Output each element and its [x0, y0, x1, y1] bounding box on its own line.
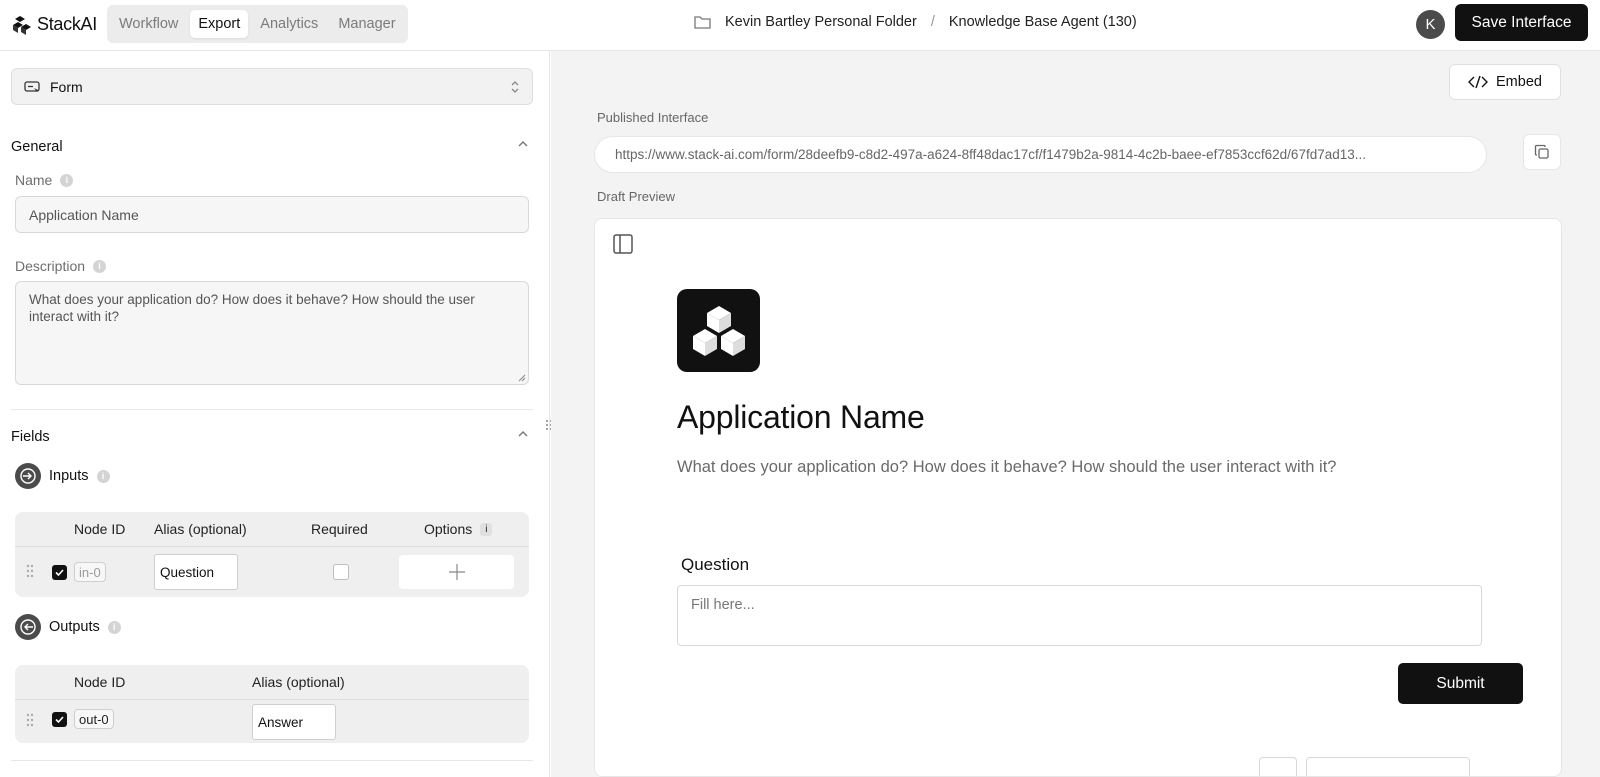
tab-export[interactable]: Export [190, 10, 249, 38]
tab-analytics[interactable]: Analytics [252, 10, 326, 38]
name-label: Name i [15, 172, 74, 188]
section-divider [11, 760, 533, 761]
sidebar-toggle-icon[interactable] [613, 234, 633, 254]
name-label-text: Name [15, 172, 53, 188]
row-divider [15, 699, 529, 700]
embed-label: Embed [1496, 74, 1542, 90]
description-value: What does your application do? How does … [29, 292, 475, 324]
info-icon[interactable]: i [107, 620, 121, 634]
name-input[interactable]: Application Name [15, 196, 529, 233]
chevron-up-icon[interactable] [517, 139, 529, 149]
submit-button[interactable]: Submit [1398, 663, 1523, 704]
options-header-text: Options [424, 521, 473, 537]
folder-icon [694, 15, 711, 29]
column-header: Node ID [74, 521, 126, 537]
column-header: Required [311, 521, 368, 537]
output-action-button[interactable] [1306, 757, 1470, 776]
code-icon [1468, 75, 1489, 89]
alias-input[interactable]: Question [154, 554, 238, 590]
description-label-text: Description [15, 258, 86, 274]
general-section-title: General [11, 139, 63, 155]
column-header: Alias (optional) [154, 521, 247, 537]
breadcrumb: Kevin Bartley Personal Folder / Knowledg… [694, 14, 1137, 30]
outputs-header: Outputs i [15, 614, 121, 640]
fields-section-title: Fields [11, 429, 50, 445]
section-divider [11, 409, 533, 410]
logo-text: StackAI [37, 13, 97, 34]
info-icon[interactable]: i [60, 173, 74, 187]
chevron-up-icon[interactable] [517, 429, 529, 439]
updown-chevron-icon [510, 80, 520, 94]
cubes-logo-icon [690, 302, 748, 360]
question-label: Question [681, 555, 750, 574]
drag-handle-icon[interactable] [26, 713, 34, 727]
config-panel: Form General Name i Application Name Des… [0, 51, 550, 777]
preview-app-description: What does your application do? How does … [677, 458, 1337, 476]
top-bar: StackAI Workflow Export Analytics Manage… [0, 0, 1600, 51]
info-icon[interactable]: i [93, 259, 107, 273]
tab-manager[interactable]: Manager [330, 10, 403, 38]
info-icon[interactable]: i [96, 469, 110, 483]
preview-app-title: Application Name [677, 399, 925, 435]
resize-grip-icon[interactable] [518, 374, 526, 382]
stackai-logo[interactable]: StackAI [11, 13, 97, 35]
description-label: Description i [15, 258, 107, 274]
node-id-chip: out-0 [74, 709, 114, 729]
copy-url-button[interactable] [1523, 134, 1561, 170]
draft-preview: Application Name What does your applicat… [594, 218, 1562, 777]
save-interface-button[interactable]: Save Interface [1455, 4, 1588, 41]
inputs-header: Inputs i [15, 463, 110, 489]
column-header: Node ID [74, 674, 126, 690]
form-icon [24, 80, 40, 94]
interface-type-value: Form [50, 78, 83, 95]
breadcrumb-folder[interactable]: Kevin Bartley Personal Folder [725, 14, 917, 30]
app-logo [677, 289, 760, 372]
checkbox-icon[interactable] [52, 712, 67, 727]
checkbox-icon[interactable] [52, 565, 67, 580]
draft-preview-label: Draft Preview [597, 189, 676, 204]
outputs-table: Node ID Alias (optional) out-0 Answer [15, 665, 529, 743]
output-action-button[interactable] [1259, 757, 1297, 776]
preview-panel: Embed Published Interface https://www.st… [551, 51, 1600, 777]
stackai-logo-icon [11, 13, 33, 35]
breadcrumb-separator: / [930, 14, 935, 30]
plus-icon [448, 563, 466, 581]
row-divider [15, 546, 529, 547]
interface-type-select[interactable]: Form [11, 68, 533, 105]
info-icon[interactable]: i [480, 522, 493, 536]
question-input[interactable]: Fill here... [677, 585, 1482, 646]
add-option-button[interactable] [399, 555, 514, 589]
column-header: Options i [424, 521, 493, 537]
main-tabs: Workflow Export Analytics Manager [107, 5, 408, 43]
column-header: Alias (optional) [252, 674, 345, 690]
breadcrumb-project[interactable]: Knowledge Base Agent (130) [949, 14, 1137, 30]
outputs-title: Outputs [49, 619, 100, 635]
description-textarea[interactable]: What does your application do? How does … [15, 281, 529, 385]
inputs-table: Node ID Alias (optional) Required Option… [15, 512, 529, 597]
inputs-title: Inputs [49, 468, 89, 484]
published-interface-label: Published Interface [597, 110, 709, 125]
output-arrow-icon [15, 614, 41, 640]
copy-icon [1534, 144, 1550, 160]
node-id-chip: in-0 [74, 562, 106, 582]
published-url-field[interactable]: https://www.stack-ai.com/form/28deefb9-c… [594, 136, 1487, 173]
tab-workflow[interactable]: Workflow [111, 10, 186, 38]
input-arrow-icon [15, 463, 41, 489]
avatar[interactable]: K [1416, 10, 1445, 39]
required-checkbox[interactable] [333, 564, 349, 580]
drag-handle-icon[interactable] [26, 564, 34, 578]
alias-input[interactable]: Answer [252, 704, 336, 740]
embed-button[interactable]: Embed [1449, 64, 1561, 100]
